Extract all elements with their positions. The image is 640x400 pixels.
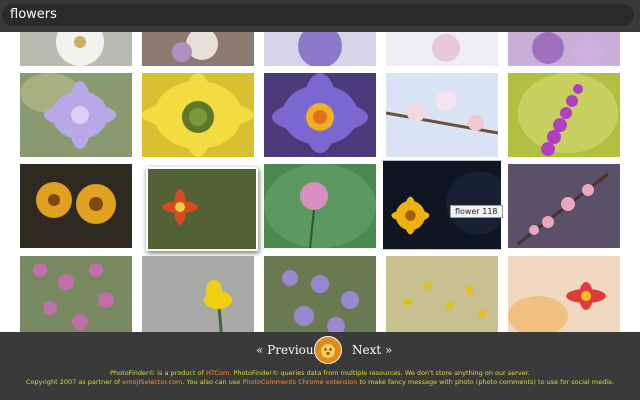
photo-tile[interactable] — [264, 256, 376, 332]
search-bar: flowers — [0, 0, 640, 32]
tooltip: flower 118 — [450, 205, 503, 218]
lion-face-icon[interactable] — [314, 336, 342, 364]
photocomments-link[interactable]: PhotoComments Chrome extension — [242, 378, 357, 386]
photo-tile[interactable] — [20, 256, 132, 332]
photo-tile[interactable] — [508, 32, 620, 66]
photo-tile[interactable] — [146, 167, 258, 251]
photo-tile[interactable] — [508, 256, 620, 332]
photo-tile[interactable] — [386, 256, 498, 332]
previous-button[interactable]: « Previous — [256, 343, 320, 357]
footer-text: . PhotoFinder© queries data from multipl… — [229, 369, 530, 377]
photo-tile[interactable] — [264, 32, 376, 66]
photo-tile[interactable] — [386, 73, 498, 157]
photo-tile[interactable] — [142, 73, 254, 157]
photo-tile[interactable] — [20, 32, 132, 66]
photo-tile[interactable] — [264, 73, 376, 157]
footer-text: Copyright 2007 as partner of — [25, 378, 123, 386]
footer-line-2: Copyright 2007 as partner of emojISelect… — [0, 378, 640, 386]
footer-text: to make fancy message with photo (photo … — [357, 378, 615, 386]
footer-text: PhotoFinder© is a product of — [110, 369, 206, 377]
photo-tile[interactable] — [508, 164, 620, 248]
footer-text: . You also can use — [182, 378, 243, 386]
htcom-link[interactable]: HTCom — [206, 369, 229, 377]
photo-tile[interactable] — [142, 256, 254, 332]
next-button[interactable]: Next » — [352, 343, 392, 357]
footer-line-1: PhotoFinder© is a product of HTCom. Phot… — [0, 369, 640, 377]
photo-tile[interactable] — [508, 73, 620, 157]
photo-tile[interactable] — [142, 32, 254, 66]
photo-tile[interactable] — [20, 73, 132, 157]
photo-tile[interactable] — [20, 164, 132, 248]
emojiselector-link[interactable]: emojISelector.com — [122, 378, 182, 386]
photo-tile[interactable] — [264, 164, 376, 248]
photo-tile[interactable] — [386, 32, 498, 66]
search-input[interactable]: flowers — [2, 4, 634, 26]
photo-grid — [0, 32, 640, 332]
